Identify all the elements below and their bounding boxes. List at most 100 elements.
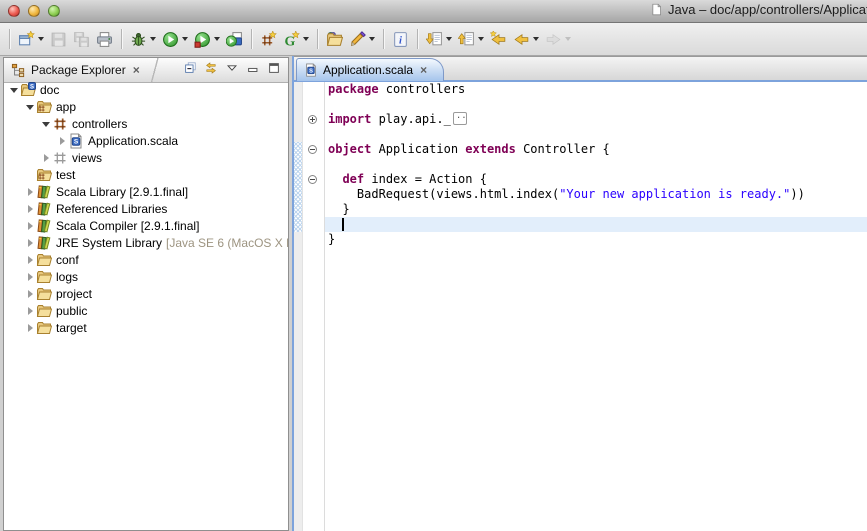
document-icon	[650, 2, 663, 17]
tree-item-scala-compiler-2-9-1-final[interactable]: Scala Compiler [2.9.1.final]	[4, 217, 288, 234]
dropdown-arrow-icon[interactable]	[182, 37, 188, 41]
fold-collapse-icon[interactable]	[308, 145, 317, 154]
close-window-button[interactable]	[8, 5, 20, 17]
maximize-button[interactable]	[267, 61, 281, 80]
expand-arrow-icon[interactable]	[24, 203, 36, 215]
debug-button[interactable]	[127, 27, 159, 51]
next-annotation-button[interactable]	[423, 27, 455, 51]
code-token: extends	[465, 142, 516, 156]
view-menu-button[interactable]	[225, 61, 239, 80]
dropdown-arrow-icon[interactable]	[478, 37, 484, 41]
tree-item-jre-system-library[interactable]: JRE System Library[Java SE 6 (MacOS X De…	[4, 234, 288, 251]
print-button[interactable]	[93, 27, 116, 51]
new-package-button[interactable]	[257, 27, 280, 51]
scala-file-icon	[304, 63, 318, 77]
collapse-arrow-icon[interactable]	[8, 84, 20, 96]
project-tree[interactable]: docappcontrollers Application.scalaviews t…	[4, 81, 288, 530]
highlighter-button[interactable]	[346, 27, 378, 51]
close-icon[interactable]: ×	[133, 64, 140, 76]
run-external-button[interactable]	[223, 27, 246, 51]
expand-arrow-icon[interactable]	[24, 288, 36, 300]
g-wizard-button[interactable]	[280, 27, 312, 51]
code-area[interactable]: package controllersimport play.api._obje…	[325, 82, 867, 531]
expand-arrow-icon[interactable]	[24, 322, 36, 334]
collapse-arrow-icon[interactable]	[24, 101, 36, 113]
tree-item-label: test	[56, 168, 75, 182]
profile-button[interactable]	[191, 27, 223, 51]
folder-icon	[36, 303, 52, 319]
dropdown-arrow-icon[interactable]	[446, 37, 452, 41]
code-token: }	[328, 202, 350, 216]
dropdown-arrow-icon[interactable]	[214, 37, 220, 41]
expand-arrow-icon[interactable]	[24, 220, 36, 232]
expand-arrow-icon[interactable]	[40, 152, 52, 164]
tree-item-controllers[interactable]: controllers	[4, 115, 288, 132]
tree-item-views[interactable]: views	[4, 149, 288, 166]
new-wizard-button[interactable]	[15, 27, 47, 51]
expand-arrow-icon[interactable]	[24, 186, 36, 198]
link-with-editor-button[interactable]	[204, 61, 218, 80]
folder-icon	[36, 320, 52, 336]
save-icon	[50, 31, 67, 48]
info-button[interactable]	[389, 27, 412, 51]
run-external-icon	[226, 31, 243, 48]
zoom-window-button[interactable]	[48, 5, 60, 17]
package-explorer-tab[interactable]: Package Explorer ×	[4, 58, 146, 82]
editor-tab-application-scala[interactable]: Application.scala ×	[296, 58, 444, 81]
tree-item-logs[interactable]: logs	[4, 268, 288, 285]
collapse-arrow-icon[interactable]	[40, 118, 52, 130]
close-icon[interactable]: ×	[420, 64, 427, 76]
view-toolbar	[183, 61, 288, 80]
expand-arrow-icon[interactable]	[56, 135, 68, 147]
tree-item-public[interactable]: public	[4, 302, 288, 319]
minimize-button[interactable]	[246, 61, 260, 80]
save-all-icon	[73, 31, 90, 48]
new-wizard-icon	[18, 31, 35, 48]
previous-annotation-button[interactable]	[455, 27, 487, 51]
collapse-all-icon	[183, 61, 197, 75]
annotation-ruler	[294, 82, 303, 531]
tree-item-label: target	[56, 321, 87, 335]
dropdown-arrow-icon[interactable]	[303, 37, 309, 41]
expand-arrow-icon[interactable]	[24, 237, 36, 249]
dropdown-arrow-icon[interactable]	[38, 37, 44, 41]
tree-item-test[interactable]: test	[4, 166, 288, 183]
window-title-bar: Java – doc/app/controllers/Application.s…	[0, 0, 867, 23]
dropdown-arrow-icon[interactable]	[150, 37, 156, 41]
back-icon	[513, 31, 530, 48]
last-edit-location-button[interactable]	[487, 27, 510, 51]
range-indicator	[294, 142, 302, 232]
code-line: import play.api._	[325, 112, 867, 127]
tree-item-app[interactable]: app	[4, 98, 288, 115]
folded-region-box[interactable]	[453, 112, 467, 125]
dropdown-arrow-icon[interactable]	[369, 37, 375, 41]
fold-expand-icon[interactable]	[308, 115, 317, 124]
fold-collapse-icon[interactable]	[308, 175, 317, 184]
run-button[interactable]	[159, 27, 191, 51]
back-button[interactable]	[510, 27, 542, 51]
tree-item-label: Application.scala	[88, 134, 178, 148]
tree-item-scala-library-2-9-1-final[interactable]: Scala Library [2.9.1.final]	[4, 183, 288, 200]
link-with-editor-icon	[204, 61, 218, 75]
dropdown-arrow-icon[interactable]	[533, 37, 539, 41]
tree-item-label: conf	[56, 253, 79, 267]
expand-arrow-icon[interactable]	[24, 271, 36, 283]
code-token: index = Action {	[364, 172, 487, 186]
expand-arrow-icon[interactable]	[24, 254, 36, 266]
collapse-all-button[interactable]	[183, 61, 197, 80]
tree-item-label: project	[56, 287, 92, 301]
tree-item-referenced-libraries[interactable]: Referenced Libraries	[4, 200, 288, 217]
open-folder-button[interactable]	[323, 27, 346, 51]
maximize-icon	[267, 61, 281, 75]
tree-item-target[interactable]: target	[4, 319, 288, 336]
tree-item-application-scala[interactable]: Application.scala	[4, 132, 288, 149]
editor-area: Application.scala × package controllersi…	[292, 56, 867, 531]
code-line: }	[325, 232, 867, 247]
tree-item-doc[interactable]: doc	[4, 81, 288, 98]
expand-arrow-icon[interactable]	[24, 305, 36, 317]
toolbar-separator	[121, 29, 122, 49]
tree-item-conf[interactable]: conf	[4, 251, 288, 268]
minimize-window-button[interactable]	[28, 5, 40, 17]
tree-item-project[interactable]: project	[4, 285, 288, 302]
window-title: Java – doc/app/controllers/Application.s…	[650, 2, 867, 17]
